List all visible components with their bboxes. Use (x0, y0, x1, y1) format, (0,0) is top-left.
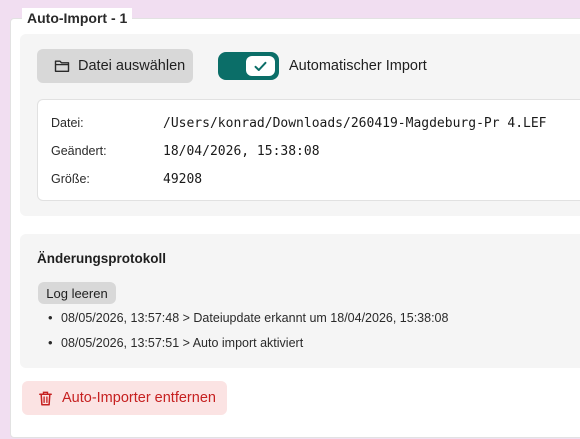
info-value: 49208 (163, 171, 203, 187)
fieldset-legend: Auto-Import - 1 (22, 8, 133, 28)
clear-log-button[interactable]: Log leeren (38, 282, 116, 304)
info-row-modified: Geändert: 18/04/2026, 15:38:08 (51, 142, 320, 160)
log-entry: • 08/05/2026, 13:57:51 > Auto import akt… (48, 330, 448, 355)
changelog-list: • 08/05/2026, 13:57:48 > Dateiupdate erk… (48, 305, 448, 355)
select-file-label: Datei auswählen (78, 58, 186, 74)
toggle-knob (246, 56, 275, 76)
log-entry-text: 08/05/2026, 13:57:51 > Auto import aktiv… (61, 335, 304, 350)
info-key: Größe: (51, 172, 90, 186)
info-value: 18/04/2026, 15:38:08 (163, 143, 320, 159)
info-row-file: Datei: /Users/konrad/Downloads/260419-Ma… (51, 114, 547, 132)
log-entry: • 08/05/2026, 13:57:48 > Dateiupdate erk… (48, 305, 448, 330)
log-entry-text: 08/05/2026, 13:57:48 > Dateiupdate erkan… (61, 310, 449, 325)
bullet: • (48, 310, 53, 325)
auto-import-label: Automatischer Import (289, 58, 427, 74)
check-icon (254, 61, 267, 71)
info-row-size: Größe: 49208 (51, 170, 202, 188)
select-file-button[interactable]: Datei auswählen (37, 49, 193, 83)
file-info-box: Datei: /Users/konrad/Downloads/260419-Ma… (37, 99, 580, 201)
trash-icon (39, 391, 52, 406)
remove-importer-button[interactable]: Auto-Importer entfernen (22, 381, 227, 415)
info-value: /Users/konrad/Downloads/260419-Magdeburg… (163, 115, 547, 131)
bullet: • (48, 335, 53, 350)
changelog-title: Änderungsprotokoll (37, 251, 166, 266)
info-key: Geändert: (51, 144, 107, 158)
folder-icon (54, 60, 70, 72)
remove-importer-label: Auto-Importer entfernen (62, 390, 216, 406)
auto-import-toggle[interactable] (218, 52, 279, 80)
info-key: Datei: (51, 116, 84, 130)
